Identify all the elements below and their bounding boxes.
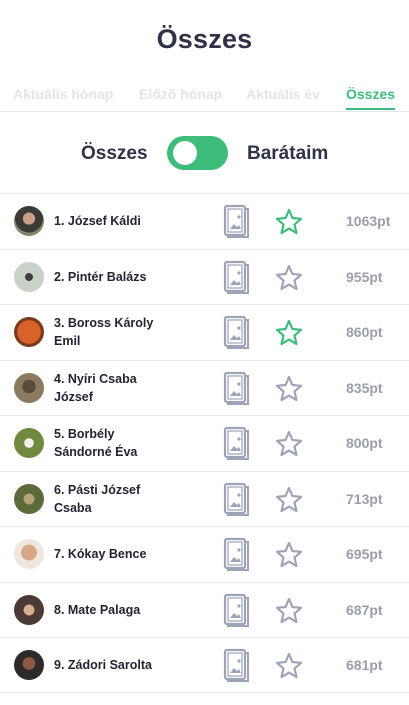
star-icon[interactable] bbox=[275, 264, 303, 292]
points-value: 687pt bbox=[346, 601, 383, 618]
leaderboard-row[interactable]: 3. Boross Károly Emil 860pt bbox=[0, 304, 409, 360]
user-name: 9. Zádori Sarolta bbox=[54, 657, 152, 672]
document-image-icon[interactable] bbox=[222, 260, 250, 294]
star-filled-icon[interactable] bbox=[275, 208, 303, 236]
avatar bbox=[14, 650, 44, 680]
leaderboard-row[interactable]: 8. Mate Palaga 687pt bbox=[0, 581, 409, 638]
leaderboard-list: 1. József Káldi 1063pt 2. Pintér Balázs 9… bbox=[0, 193, 409, 693]
document-image-icon[interactable] bbox=[222, 315, 250, 349]
period-tabs: Aktuális hónap Előző hónap Aktuális év Ö… bbox=[0, 84, 409, 112]
tab-current-month[interactable]: Aktuális hónap bbox=[13, 86, 113, 102]
points-value: 955pt bbox=[346, 268, 383, 285]
star-icon[interactable] bbox=[275, 597, 303, 625]
star-icon[interactable] bbox=[275, 652, 303, 680]
user-name: 5. Borbély Sándorné Éva bbox=[54, 427, 138, 460]
user-name: 7. Kókay Bence bbox=[54, 547, 147, 562]
leaderboard-row[interactable]: 1. József Káldi 1063pt bbox=[0, 193, 409, 249]
star-filled-icon[interactable] bbox=[275, 319, 303, 347]
avatar bbox=[14, 206, 44, 236]
leaderboard-row[interactable]: 7. Kókay Bence 695pt bbox=[0, 526, 409, 582]
document-image-icon[interactable] bbox=[222, 371, 250, 405]
active-tab-indicator bbox=[346, 108, 395, 110]
leaderboard-row[interactable]: 5. Borbély Sándorné Éva 800pt bbox=[0, 415, 409, 471]
user-name: 2. Pintér Balázs bbox=[54, 269, 147, 284]
friends-toggle-switch[interactable] bbox=[167, 136, 228, 170]
document-image-icon[interactable] bbox=[222, 482, 250, 516]
leaderboard-row[interactable]: 2. Pintér Balázs 955pt bbox=[0, 248, 409, 305]
points-value: 695pt bbox=[346, 546, 383, 563]
filter-toggle-row: Összes Barátaim bbox=[0, 133, 409, 173]
document-image-icon[interactable] bbox=[222, 426, 250, 460]
page-title: Összes bbox=[156, 24, 253, 54]
avatar bbox=[14, 539, 44, 569]
tab-previous-month[interactable]: Előző hónap bbox=[139, 86, 222, 102]
points-value: 681pt bbox=[346, 656, 383, 673]
points-value: 1063pt bbox=[346, 213, 391, 230]
document-image-icon[interactable] bbox=[222, 204, 250, 238]
document-image-icon[interactable] bbox=[222, 648, 250, 682]
star-icon[interactable] bbox=[275, 430, 303, 458]
toggle-knob bbox=[173, 141, 197, 165]
document-image-icon[interactable] bbox=[222, 593, 250, 627]
avatar bbox=[14, 317, 44, 347]
avatar bbox=[14, 428, 44, 458]
star-icon[interactable] bbox=[275, 541, 303, 569]
leaderboard-row[interactable]: 9. Zádori Sarolta 681pt bbox=[0, 637, 409, 693]
avatar bbox=[14, 483, 44, 514]
star-icon[interactable] bbox=[275, 375, 303, 403]
toggle-label-all: Összes bbox=[81, 143, 148, 164]
toggle-label-friends: Barátaim bbox=[247, 143, 329, 164]
points-value: 800pt bbox=[346, 435, 383, 452]
user-name: 3. Boross Károly Emil bbox=[54, 316, 154, 349]
tab-current-year[interactable]: Aktuális év bbox=[246, 86, 320, 102]
user-name: 4. Nyíri Csaba József bbox=[54, 371, 137, 404]
avatar bbox=[14, 261, 44, 292]
user-name: 6. Pásti József Csaba bbox=[54, 482, 141, 515]
tab-all[interactable]: Összes bbox=[346, 86, 395, 102]
user-name: 8. Mate Palaga bbox=[54, 602, 141, 617]
points-value: 713pt bbox=[346, 490, 383, 507]
star-icon[interactable] bbox=[275, 486, 303, 514]
points-value: 860pt bbox=[346, 324, 383, 341]
points-value: 835pt bbox=[346, 379, 383, 396]
user-name: 1. József Káldi bbox=[54, 214, 141, 229]
avatar bbox=[14, 594, 44, 625]
document-image-icon[interactable] bbox=[222, 537, 250, 571]
avatar bbox=[14, 372, 44, 403]
leaderboard-row[interactable]: 4. Nyíri Csaba József 835pt bbox=[0, 359, 409, 416]
leaderboard-row[interactable]: 6. Pásti József Csaba 713pt bbox=[0, 470, 409, 527]
